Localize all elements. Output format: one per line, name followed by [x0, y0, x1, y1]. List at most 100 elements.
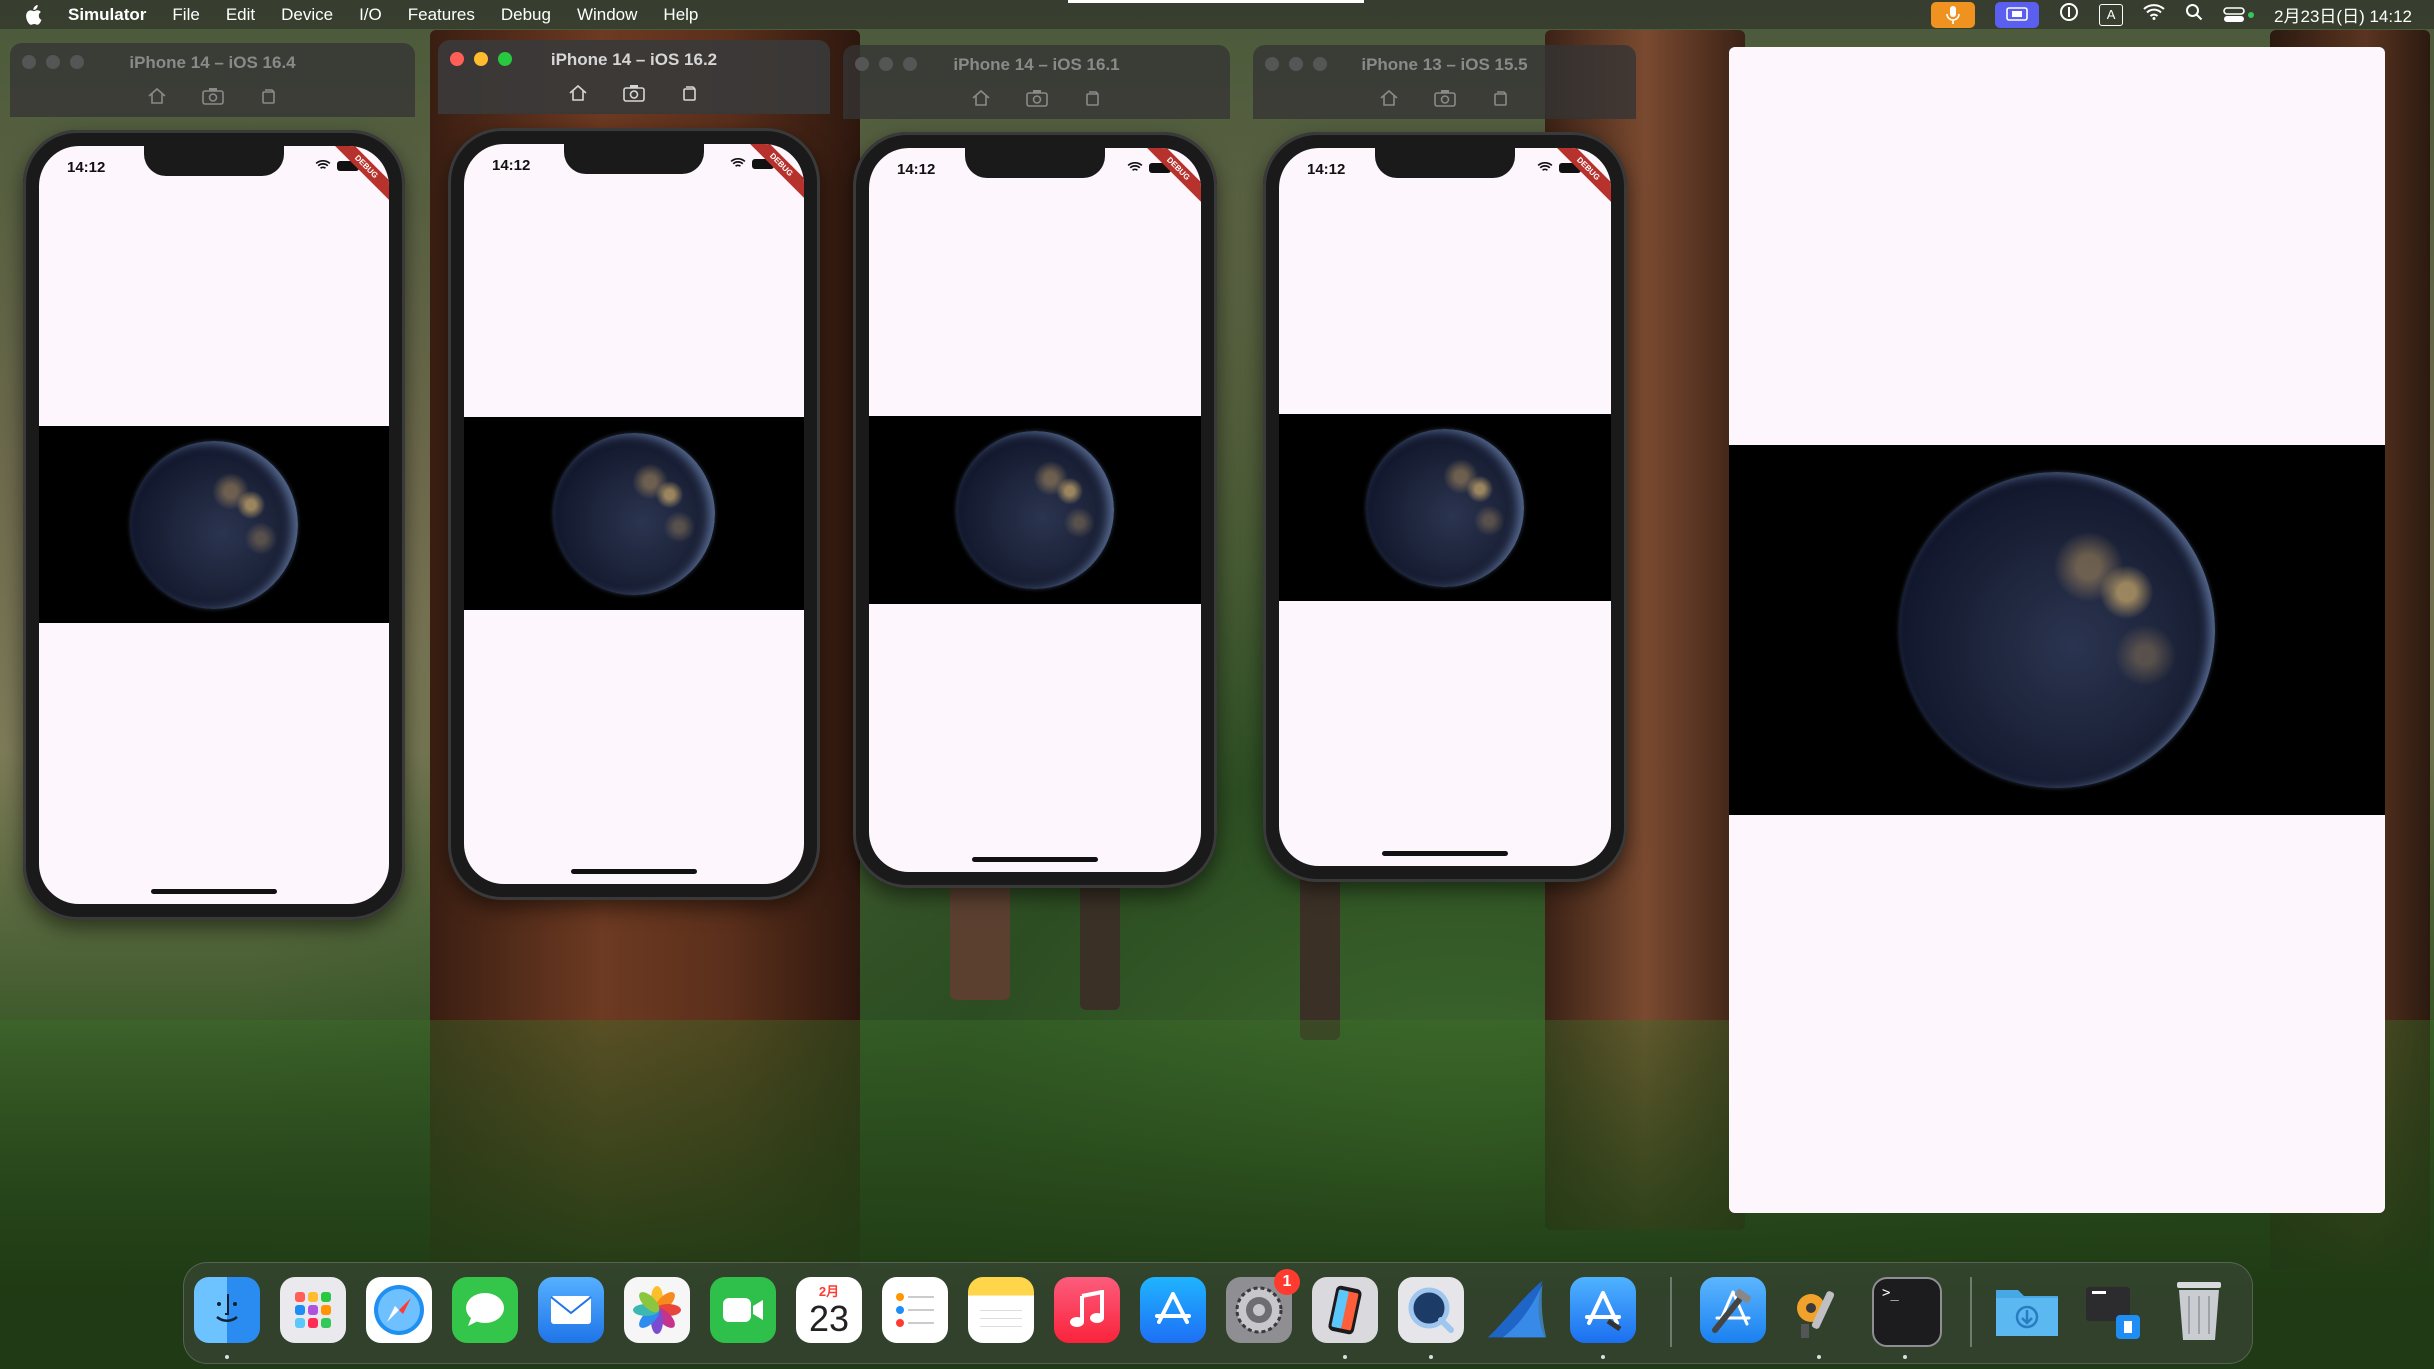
- simulator-icon[interactable]: [1312, 1277, 1378, 1343]
- running-indicator: [225, 1355, 229, 1359]
- app-window[interactable]: [1729, 47, 2385, 1213]
- search-icon[interactable]: [2185, 3, 2203, 26]
- simulator-window-titlebar[interactable]: iPhone 14 – iOS 16.1: [843, 45, 1230, 119]
- quicktime-icon[interactable]: [1398, 1277, 1464, 1343]
- earth-image: [553, 432, 715, 595]
- menu-bar: Simulator File Edit Device I/O Features …: [0, 0, 2434, 29]
- mail-icon[interactable]: [538, 1277, 604, 1343]
- notification-badge: 1: [1274, 1269, 1300, 1295]
- wifi-icon[interactable]: [2143, 4, 2165, 25]
- status-time: 14:12: [67, 159, 106, 176]
- iphone-simulator: 14:12 DEBUG: [853, 132, 1217, 888]
- keychain-icon[interactable]: [1786, 1277, 1852, 1343]
- running-indicator: [1429, 1355, 1433, 1359]
- notes-icon[interactable]: [968, 1277, 1034, 1343]
- screen-share-icon[interactable]: [1995, 1, 2040, 28]
- one-password-icon[interactable]: [2059, 2, 2079, 27]
- earth-band: [1729, 445, 2385, 815]
- running-indicator: [1601, 1355, 1605, 1359]
- trash-icon[interactable]: [2166, 1277, 2232, 1343]
- input-method-icon[interactable]: A: [2099, 3, 2124, 26]
- earth-band: [464, 417, 804, 610]
- app-store-icon[interactable]: [1140, 1277, 1206, 1343]
- screenshot-icon[interactable]: [200, 85, 226, 107]
- home-icon[interactable]: [968, 87, 994, 109]
- status-time: 14:12: [1307, 161, 1346, 178]
- earth-band: [869, 416, 1201, 604]
- safari-icon[interactable]: [366, 1277, 432, 1343]
- menu-clock[interactable]: 2月23日(日) 14:12: [2274, 2, 2412, 27]
- home-icon[interactable]: [565, 82, 591, 104]
- apple-menu-icon[interactable]: [24, 4, 42, 25]
- downloads-folder-icon[interactable]: [1994, 1277, 2060, 1343]
- dock: 2月 23 1 >_: [183, 1262, 2253, 1364]
- microphone-icon[interactable]: [1931, 1, 1976, 28]
- wifi-icon: [1127, 162, 1143, 171]
- menu-debug[interactable]: Debug: [501, 5, 551, 25]
- menu-window[interactable]: Window: [577, 5, 637, 25]
- earth-band: [1279, 414, 1611, 601]
- xcode-icon[interactable]: [1700, 1277, 1766, 1343]
- rotate-icon[interactable]: [1488, 87, 1514, 109]
- photos-icon[interactable]: [624, 1277, 690, 1343]
- status-time: 14:12: [897, 161, 936, 178]
- running-indicator: [1343, 1355, 1347, 1359]
- home-indicator[interactable]: [972, 857, 1098, 862]
- xcode-instruments-icon[interactable]: [1570, 1277, 1636, 1343]
- home-indicator[interactable]: [571, 869, 697, 874]
- home-icon[interactable]: [144, 85, 170, 107]
- dock-separator: [1970, 1277, 1972, 1347]
- menu-app-simulator[interactable]: Simulator: [68, 5, 146, 25]
- phone-screen[interactable]: 14:12 DEBUG: [1279, 148, 1611, 866]
- iphone-simulator: 14:12 DEBUG: [1263, 132, 1627, 882]
- earth-image: [130, 440, 298, 609]
- debug-banner: DEBUG: [1141, 148, 1201, 206]
- calendar-day: 23: [808, 1298, 850, 1339]
- home-icon[interactable]: [1376, 87, 1402, 109]
- terminal-prompt: >_: [1882, 1285, 1899, 1301]
- notch: [564, 144, 704, 174]
- menu-io[interactable]: I/O: [359, 5, 382, 25]
- messages-icon[interactable]: [452, 1277, 518, 1343]
- wifi-icon: [315, 160, 331, 169]
- menu-features[interactable]: Features: [408, 5, 475, 25]
- running-indicator: [1903, 1355, 1907, 1359]
- phone-screen[interactable]: 14:12 DEBUG: [39, 146, 389, 904]
- terminal-icon[interactable]: >_: [1872, 1277, 1942, 1347]
- screenshot-icon[interactable]: [1024, 87, 1050, 109]
- home-indicator[interactable]: [1382, 851, 1508, 856]
- debug-banner: DEBUG: [744, 144, 804, 202]
- simulator-window-titlebar[interactable]: iPhone 14 – iOS 16.2: [438, 40, 830, 114]
- menu-edit[interactable]: Edit: [226, 5, 255, 25]
- simulator-title: iPhone 14 – iOS 16.4: [129, 53, 296, 72]
- simulator-title: iPhone 13 – iOS 15.5: [1361, 55, 1528, 74]
- control-center-icon[interactable]: [2223, 6, 2255, 23]
- screenshot-icon[interactable]: [621, 82, 647, 104]
- menu-file[interactable]: File: [172, 5, 199, 25]
- simulator-window-titlebar[interactable]: iPhone 13 – iOS 15.5: [1253, 45, 1636, 119]
- menu-help[interactable]: Help: [663, 5, 698, 25]
- system-settings-icon[interactable]: 1: [1226, 1269, 1300, 1343]
- home-indicator[interactable]: [151, 889, 277, 894]
- sharkfin-icon[interactable]: [1484, 1277, 1550, 1343]
- notch: [144, 146, 284, 176]
- finder-icon[interactable]: [194, 1277, 260, 1343]
- debug-banner: DEBUG: [1551, 148, 1611, 206]
- rotate-icon[interactable]: [1080, 87, 1106, 109]
- menu-device[interactable]: Device: [281, 5, 333, 25]
- phone-screen[interactable]: 14:12 DEBUG: [464, 144, 804, 884]
- launchpad-icon[interactable]: [280, 1277, 346, 1343]
- facetime-icon[interactable]: [710, 1277, 776, 1343]
- status-time: 14:12: [492, 157, 531, 174]
- rotate-icon[interactable]: [677, 82, 703, 104]
- rotate-icon[interactable]: [256, 85, 282, 107]
- music-icon[interactable]: [1054, 1277, 1120, 1343]
- screen-recording-indicator: [1068, 0, 1364, 3]
- reminders-icon[interactable]: [882, 1277, 948, 1343]
- screenshot-icon[interactable]: [1432, 87, 1458, 109]
- calendar-icon[interactable]: 2月 23: [796, 1277, 862, 1343]
- window-stack-icon[interactable]: [2080, 1277, 2146, 1343]
- phone-screen[interactable]: 14:12 DEBUG: [869, 148, 1201, 872]
- earth-image: [1366, 428, 1524, 587]
- simulator-window-titlebar[interactable]: iPhone 14 – iOS 16.4: [10, 43, 415, 117]
